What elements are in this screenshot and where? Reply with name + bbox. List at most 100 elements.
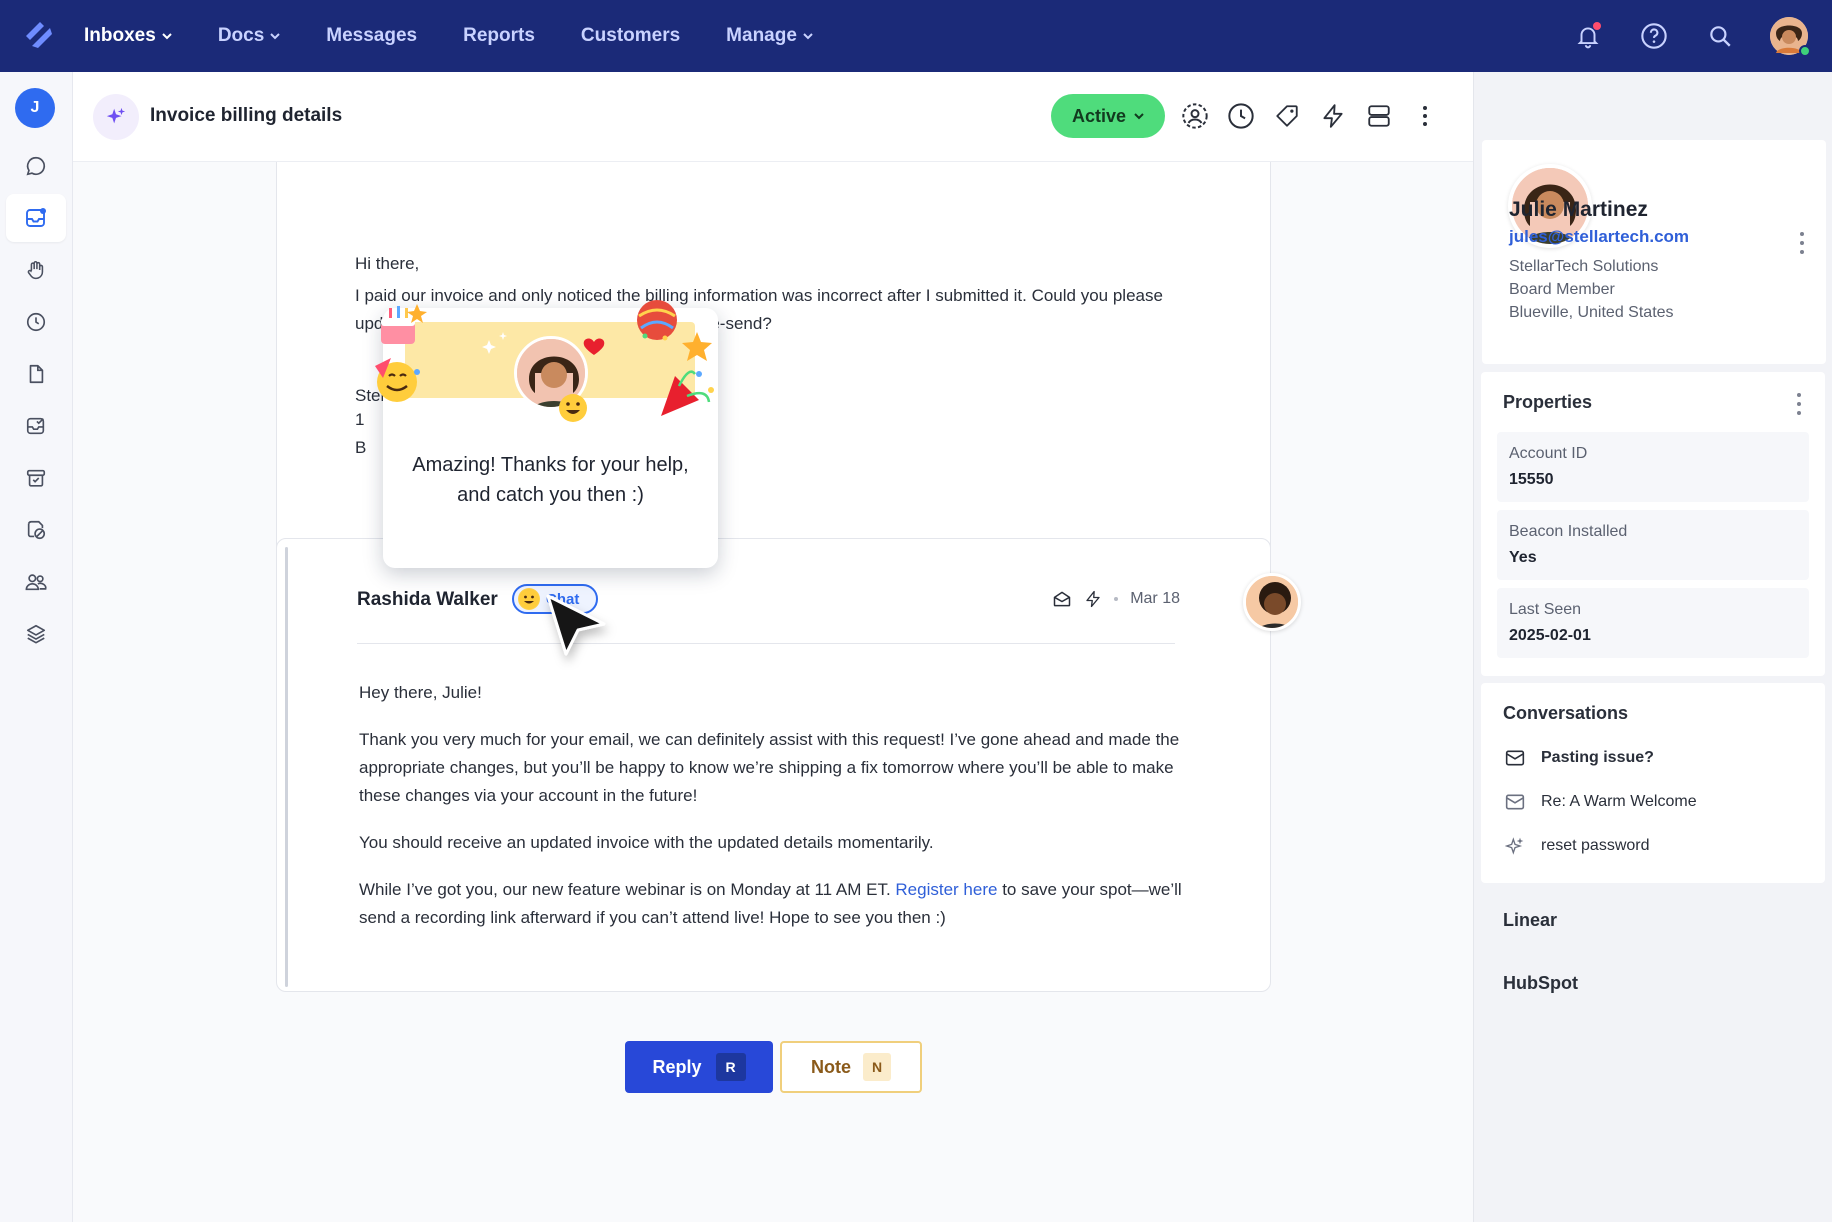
sidebar-item-closed[interactable] bbox=[6, 402, 66, 450]
top-nav: Inboxes Docs Messages Reports Customers … bbox=[0, 0, 1832, 72]
property-label: Beacon Installed bbox=[1509, 523, 1628, 540]
customer-email[interactable]: jules@stellartech.com bbox=[1509, 227, 1689, 247]
status-label: Active bbox=[1071, 105, 1127, 126]
integration-hubspot[interactable]: HubSpot bbox=[1503, 973, 1578, 994]
property-account-id: Account ID 15550 bbox=[1497, 432, 1809, 502]
chevron-down-icon bbox=[803, 33, 813, 40]
assign-button[interactable] bbox=[1181, 98, 1209, 134]
profile-more-button[interactable] bbox=[1799, 232, 1805, 254]
nav-inboxes[interactable]: Inboxes bbox=[84, 25, 172, 47]
smile-emoji-icon bbox=[518, 588, 540, 610]
reply-greeting: Hey there, Julie! bbox=[359, 683, 482, 702]
reply-shortcut-key: R bbox=[715, 1053, 746, 1081]
sparkle-icon bbox=[1505, 837, 1524, 855]
archive-icon bbox=[26, 469, 46, 487]
tag-button[interactable] bbox=[1273, 98, 1301, 134]
nav-docs[interactable]: Docs bbox=[218, 25, 280, 47]
nav-reports-label: Reports bbox=[463, 25, 535, 46]
message-date: Mar 18 bbox=[1130, 590, 1180, 607]
helpscout-logo-icon[interactable] bbox=[22, 18, 56, 52]
nav-customers[interactable]: Customers bbox=[581, 25, 680, 47]
conversation-item[interactable]: reset password bbox=[1505, 836, 1650, 856]
sidebar-item-drafts[interactable] bbox=[6, 350, 66, 398]
hand-icon bbox=[27, 261, 44, 280]
customer-name: Julie Martinez bbox=[1509, 198, 1648, 221]
conversations-title: Conversations bbox=[1503, 703, 1629, 723]
customer-company: StellarTech Solutions bbox=[1509, 258, 1659, 275]
customer-role: Board Member bbox=[1509, 281, 1615, 298]
more-button[interactable] bbox=[1411, 98, 1439, 134]
email-opened-icon bbox=[1053, 591, 1071, 607]
integration-linear[interactable]: Linear bbox=[1503, 910, 1557, 931]
conversation-item-label: reset password bbox=[1541, 837, 1650, 854]
message-card-agent-reply: Rashida Walker Chat Mar 18 Hey there, Ju… bbox=[276, 538, 1301, 992]
properties-more-button[interactable] bbox=[1796, 393, 1802, 415]
reply-text: While I’ve got you, our new feature webi… bbox=[359, 880, 896, 899]
clock-icon bbox=[1228, 103, 1254, 129]
status-dropdown[interactable]: Active bbox=[1051, 94, 1165, 138]
inbox-icon bbox=[26, 208, 46, 227]
conversation-item[interactable]: Re: A Warm Welcome bbox=[1505, 793, 1697, 811]
message-author: Rashida Walker bbox=[357, 589, 498, 610]
agent-avatar bbox=[1243, 573, 1301, 631]
conversation-main: Invoice billing details Active Hi there,… bbox=[73, 72, 1473, 1222]
sidebar-item-layers[interactable] bbox=[6, 610, 66, 658]
note-shortcut-key: N bbox=[863, 1053, 891, 1081]
property-beacon-installed: Beacon Installed Yes bbox=[1497, 510, 1809, 580]
reply-button-label: Reply bbox=[652, 1056, 702, 1077]
chevron-down-icon bbox=[162, 33, 172, 40]
assign-user-icon bbox=[1182, 103, 1208, 129]
reply-button[interactable]: Reply R bbox=[625, 1041, 773, 1093]
user-avatar[interactable] bbox=[1770, 17, 1811, 57]
sidebar-item-spam[interactable] bbox=[6, 506, 66, 554]
nav-customers-label: Customers bbox=[580, 25, 681, 46]
snooze-button[interactable] bbox=[1227, 98, 1255, 134]
conversation-item-label: Re: A Warm Welcome bbox=[1541, 793, 1697, 810]
layout-icon bbox=[1368, 105, 1390, 127]
layout-button[interactable] bbox=[1365, 98, 1393, 134]
sidebar-item-chat[interactable] bbox=[6, 142, 66, 190]
register-link[interactable]: Register here bbox=[895, 880, 997, 899]
property-label: Account ID bbox=[1509, 445, 1588, 462]
celebration-line: and catch you then :) bbox=[457, 484, 644, 506]
conversation-header: Invoice billing details Active bbox=[73, 72, 1473, 162]
property-value: Yes bbox=[1509, 549, 1537, 566]
nav-messages[interactable]: Messages bbox=[326, 25, 417, 47]
reply-body: Hey there, Julie! Thank you very much fo… bbox=[359, 679, 1189, 951]
sidebar-item-hand[interactable] bbox=[6, 246, 66, 294]
help-icon[interactable] bbox=[1638, 20, 1670, 52]
property-last-seen: Last Seen 2025-02-01 bbox=[1497, 588, 1809, 658]
customer-location: Blueville, United States bbox=[1509, 304, 1674, 321]
nav-reports[interactable]: Reports bbox=[463, 25, 535, 47]
conversation-item[interactable]: Pasting issue? bbox=[1505, 749, 1654, 767]
bell-icon[interactable] bbox=[1572, 20, 1604, 52]
sidebar-item-archive[interactable] bbox=[6, 454, 66, 502]
reply-paragraph: You should receive an updated invoice wi… bbox=[359, 833, 934, 852]
nav-messages-label: Messages bbox=[326, 25, 418, 46]
sidebar-item-snoozed[interactable] bbox=[6, 298, 66, 346]
ai-summary-button[interactable] bbox=[93, 94, 139, 140]
left-sidebar: J bbox=[0, 72, 73, 1222]
nav-right-tools bbox=[1572, 14, 1811, 58]
sidebar-item-inbox[interactable] bbox=[6, 194, 66, 242]
sidebar-item-people[interactable] bbox=[6, 558, 66, 606]
checked-inbox-icon bbox=[26, 417, 45, 435]
mail-icon bbox=[1505, 794, 1525, 810]
workflow-button[interactable] bbox=[1319, 98, 1347, 134]
note-button[interactable]: Note N bbox=[780, 1041, 922, 1093]
nav-docs-label: Docs bbox=[217, 25, 265, 46]
search-icon[interactable] bbox=[1704, 20, 1736, 52]
property-value: 2025-02-01 bbox=[1509, 627, 1591, 644]
message-greeting: Hi there, bbox=[355, 254, 420, 273]
nav-manage-label: Manage bbox=[726, 25, 797, 46]
tag-icon bbox=[1276, 105, 1298, 127]
mouse-cursor-icon bbox=[546, 594, 606, 656]
workspace-avatar[interactable]: J bbox=[15, 88, 55, 128]
more-icon bbox=[1423, 106, 1427, 126]
property-value: 15550 bbox=[1509, 471, 1554, 488]
celebration-line: Amazing! Thanks for your help, bbox=[412, 454, 689, 476]
customer-profile-card bbox=[1482, 140, 1826, 364]
nav-manage[interactable]: Manage bbox=[726, 25, 813, 47]
message-divider bbox=[357, 643, 1175, 644]
celebration-message: Amazing! Thanks for your help, and catch… bbox=[383, 450, 718, 510]
